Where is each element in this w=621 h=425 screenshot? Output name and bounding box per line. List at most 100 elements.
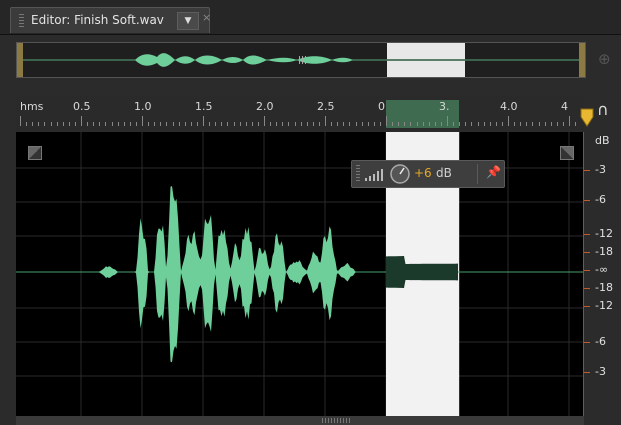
ruler-tick-label: 1.5 bbox=[195, 100, 213, 113]
ruler-tick bbox=[148, 122, 150, 126]
ruler-tick bbox=[184, 122, 186, 126]
db-scale-tick bbox=[584, 372, 590, 373]
ruler-tick bbox=[300, 122, 302, 126]
ruler-tick bbox=[81, 116, 82, 126]
scrollbar-grip-icon[interactable] bbox=[322, 418, 350, 423]
ruler-tick bbox=[361, 122, 363, 126]
ruler-tick bbox=[379, 122, 381, 126]
tab-close-icon[interactable]: × bbox=[202, 11, 211, 24]
headphones-icon[interactable]: ∩ bbox=[597, 100, 609, 119]
ruler-tick bbox=[93, 122, 95, 126]
ruler-tick bbox=[447, 116, 448, 126]
ruler-tick bbox=[26, 122, 28, 126]
ruler-tick bbox=[398, 122, 400, 126]
ruler-tick bbox=[178, 122, 180, 126]
ruler-tick bbox=[538, 122, 540, 126]
ruler-tick bbox=[422, 122, 424, 126]
volume-value[interactable]: +6 bbox=[414, 166, 432, 180]
ruler-tick bbox=[233, 122, 235, 126]
ruler-tick bbox=[288, 122, 290, 126]
ruler-tick bbox=[367, 122, 369, 126]
ruler-tick bbox=[276, 122, 278, 126]
fade-in-handle-icon[interactable] bbox=[28, 146, 42, 160]
ruler-tick-label: 3. bbox=[439, 100, 450, 113]
ruler-tick bbox=[44, 122, 46, 126]
ruler-tick bbox=[251, 122, 253, 126]
ruler-tick bbox=[386, 116, 387, 126]
horizontal-scrollbar[interactable] bbox=[16, 416, 584, 425]
ruler-tick bbox=[355, 122, 357, 126]
ruler-tick bbox=[514, 122, 516, 126]
ruler-tick bbox=[532, 122, 534, 126]
volume-knob[interactable] bbox=[390, 164, 410, 184]
ruler-tick bbox=[50, 122, 52, 126]
ruler-tick bbox=[569, 116, 570, 126]
pin-icon[interactable]: 📌 bbox=[486, 165, 501, 179]
ruler-tick bbox=[257, 122, 259, 126]
overview-left-handle[interactable] bbox=[17, 43, 23, 77]
ruler-tick-label: 2.5 bbox=[317, 100, 335, 113]
ruler-tick bbox=[111, 122, 113, 126]
ruler-tick bbox=[508, 116, 509, 126]
ruler-tick bbox=[440, 122, 442, 126]
ruler-tick bbox=[562, 122, 564, 126]
ruler-tick bbox=[550, 122, 552, 126]
ruler-tick bbox=[87, 122, 89, 126]
db-scale-tick bbox=[584, 288, 590, 289]
ruler-tick bbox=[135, 122, 137, 126]
ruler-tick bbox=[501, 122, 503, 126]
waveform-overview[interactable] bbox=[16, 42, 586, 78]
overview-right-handle[interactable] bbox=[579, 43, 585, 77]
hud-divider bbox=[477, 164, 478, 184]
playhead-icon[interactable] bbox=[580, 108, 594, 130]
fade-out-handle-icon[interactable] bbox=[560, 146, 574, 160]
ruler-tick bbox=[556, 122, 558, 126]
db-scale-tick bbox=[584, 252, 590, 253]
db-scale-label: -12 bbox=[595, 299, 613, 312]
ruler-tick bbox=[154, 122, 156, 126]
ruler-tick bbox=[117, 122, 119, 126]
db-scale-tick bbox=[584, 270, 590, 271]
ruler-tick bbox=[245, 122, 247, 126]
overview-waveform bbox=[17, 43, 585, 77]
ruler-tick bbox=[38, 122, 40, 126]
ruler-tick bbox=[221, 122, 223, 126]
db-scale-tick bbox=[584, 342, 590, 343]
ruler-tick bbox=[123, 122, 125, 126]
ruler-tick bbox=[270, 122, 272, 126]
ruler-tick bbox=[172, 122, 174, 126]
ruler-tick bbox=[520, 122, 522, 126]
editor-tab[interactable]: Editor: Finish Soft.wav ▼ × bbox=[10, 7, 211, 33]
ruler-tick bbox=[99, 122, 101, 126]
ruler-tick bbox=[282, 122, 284, 126]
ruler-tick-label: 2.0 bbox=[256, 100, 274, 113]
ruler-tick bbox=[239, 122, 241, 126]
db-scale-tick bbox=[584, 170, 590, 171]
ruler-tick bbox=[392, 122, 394, 126]
ruler-tick bbox=[74, 122, 76, 126]
ruler-tick-label: 4.0 bbox=[500, 100, 518, 113]
ruler-tick bbox=[373, 122, 375, 126]
time-ruler[interactable]: hms 0.5 1.0 1.5 2.0 2.5 0 3. 4.0 4 bbox=[16, 96, 594, 130]
zoom-navigator-icon[interactable]: ⊕ bbox=[598, 50, 611, 68]
db-scale-label: -6 bbox=[595, 335, 606, 348]
db-scale-header: dB bbox=[595, 134, 610, 147]
ruler-tick bbox=[166, 122, 168, 126]
db-scale-label: -3 bbox=[595, 365, 606, 378]
hud-grip-icon[interactable] bbox=[356, 165, 360, 182]
ruler-tick bbox=[129, 122, 131, 126]
ruler-tick bbox=[471, 122, 473, 126]
db-scale-tick bbox=[584, 200, 590, 201]
overview-waveform-shape bbox=[135, 53, 353, 60]
tab-grip-icon[interactable] bbox=[19, 14, 24, 27]
ruler-tick bbox=[428, 122, 430, 126]
ruler-tick bbox=[20, 116, 21, 126]
volume-hud: +6 dB 📌 bbox=[351, 160, 505, 188]
ruler-unit-label: hms bbox=[20, 100, 44, 113]
ruler-tick bbox=[495, 122, 497, 126]
tab-menu-button[interactable]: ▼ bbox=[177, 12, 199, 30]
ruler-tick bbox=[209, 122, 211, 126]
ruler-tick bbox=[349, 122, 351, 126]
ruler-tick bbox=[312, 122, 314, 126]
ruler-tick bbox=[416, 122, 418, 126]
